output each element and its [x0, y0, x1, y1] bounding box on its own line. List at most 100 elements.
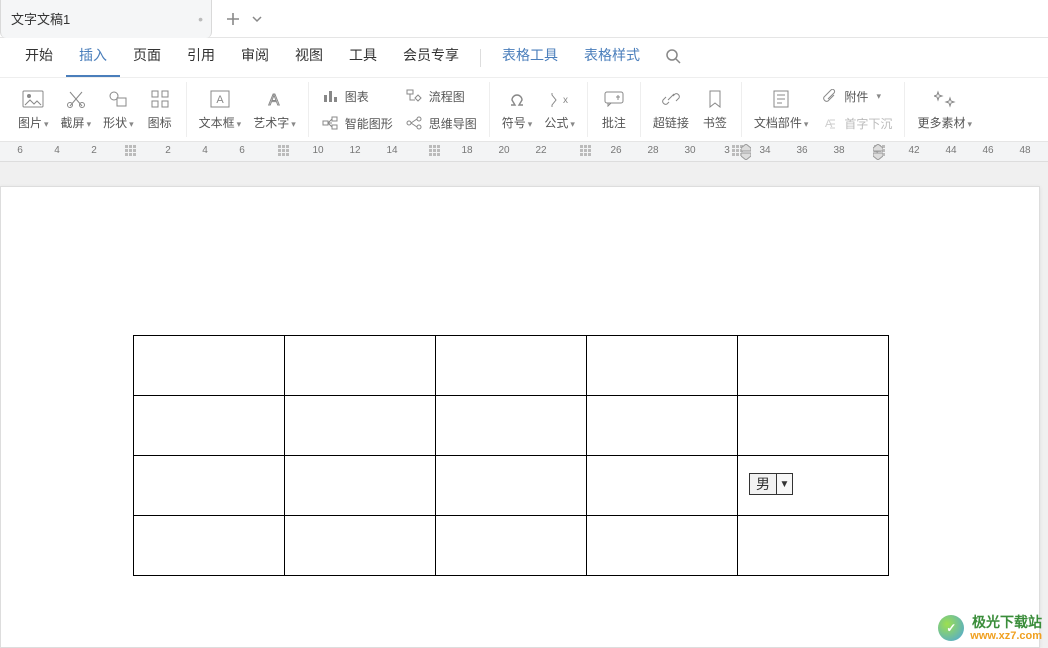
table-cell[interactable]	[285, 336, 436, 396]
page[interactable]: 男 ▼	[0, 186, 1040, 648]
flowchart-label: 流程图	[429, 88, 465, 105]
table-cell[interactable]	[436, 396, 587, 456]
ruler-tick: 48	[1015, 145, 1035, 156]
ruler-tick: 42	[904, 145, 924, 156]
ruler-tick: 18	[457, 145, 477, 156]
chart-icon	[321, 89, 339, 103]
ruler-grid-marker	[429, 145, 441, 157]
table-cell[interactable]	[134, 336, 285, 396]
document-tab[interactable]: 文字文稿1 •	[0, 0, 212, 38]
document-tab-title: 文字文稿1	[11, 9, 70, 28]
ruler-tick: 36	[792, 145, 812, 156]
table-cell[interactable]	[134, 456, 285, 516]
flowchart-icon	[405, 89, 423, 103]
more-material-button[interactable]: 更多素材▾	[911, 82, 978, 137]
symbol-button[interactable]: 符号▾	[496, 82, 539, 137]
watermark: ✓ 极光下载站 www.xz7.com	[938, 615, 1042, 642]
ruler-tick: 38	[829, 145, 849, 156]
mindmap-icon	[405, 116, 423, 130]
document-area[interactable]: 男 ▼ ✓ 极光下载站 www.xz7.com	[0, 162, 1048, 648]
dropcap-label: 首字下沉	[844, 115, 892, 132]
table-cell[interactable]	[134, 516, 285, 576]
formula-button[interactable]: x 公式▾	[538, 82, 581, 137]
scissors-icon	[66, 88, 86, 110]
table-cell[interactable]	[587, 336, 738, 396]
margin-marker[interactable]	[741, 144, 751, 158]
new-tab-button[interactable]	[226, 12, 240, 26]
docpart-icon	[772, 88, 790, 110]
bookmark-icon	[708, 88, 722, 110]
document-table[interactable]	[133, 335, 889, 576]
chart-button[interactable]: 图表	[315, 86, 399, 107]
smartart-icon	[321, 116, 339, 130]
menu-view[interactable]: 视图	[282, 43, 336, 77]
table-cell[interactable]	[436, 456, 587, 516]
picture-icon	[22, 88, 44, 110]
ruler-tick: 44	[941, 145, 961, 156]
ruler-tick: 34	[755, 145, 775, 156]
table-cell[interactable]	[587, 516, 738, 576]
table-cell[interactable]	[285, 456, 436, 516]
flowchart-button[interactable]: 流程图	[399, 86, 483, 107]
insert-shape-label: 形状	[103, 116, 127, 130]
dropdown-arrow-icon[interactable]: ▼	[776, 474, 792, 494]
textbox-icon: A	[210, 88, 230, 110]
more-material-label: 更多素材	[917, 116, 965, 130]
menu-table-tools[interactable]: 表格工具	[489, 43, 571, 77]
menu-insert[interactable]: 插入	[66, 43, 120, 77]
search-button[interactable]	[653, 48, 693, 77]
wordart-button[interactable]: A 艺术字▾	[247, 82, 302, 137]
menu-review[interactable]: 审阅	[228, 43, 282, 77]
watermark-brand: 极光下载站	[972, 615, 1042, 630]
insert-shape-button[interactable]: 形状▾	[97, 82, 140, 137]
gender-dropdown-value: 男	[750, 474, 776, 494]
horizontal-ruler[interactable]: 6422461012141820222628303343638442444648	[0, 142, 1048, 162]
mindmap-button[interactable]: 思维导图	[399, 113, 483, 134]
formula-icon: x	[550, 88, 570, 110]
sparkle-icon	[934, 88, 956, 110]
menu-divider	[480, 49, 481, 67]
bookmark-button[interactable]: 书签	[695, 82, 735, 137]
comment-icon	[604, 88, 624, 110]
dropcap-button[interactable]: A 首字下沉	[814, 113, 898, 134]
table-cell[interactable]	[587, 396, 738, 456]
menu-home[interactable]: 开始	[12, 43, 66, 77]
ruler-tick: 30	[680, 145, 700, 156]
grid-icon	[151, 88, 169, 110]
smartart-label: 智能图形	[345, 115, 393, 132]
menu-tools[interactable]: 工具	[336, 43, 390, 77]
tab-modified-dot: •	[198, 11, 203, 27]
table-cell[interactable]	[738, 396, 889, 456]
insert-picture-button[interactable]: 图片▾	[12, 82, 55, 137]
ruler-tick: 46	[978, 145, 998, 156]
menu-member[interactable]: 会员专享	[390, 43, 472, 77]
menu-table-style[interactable]: 表格样式	[571, 43, 653, 77]
tab-dropdown-button[interactable]	[252, 14, 262, 24]
textbox-button[interactable]: A 文本框▾	[193, 82, 248, 137]
table-cell[interactable]	[738, 516, 889, 576]
comment-button[interactable]: 批注	[594, 82, 634, 137]
gender-dropdown-field[interactable]: 男 ▼	[749, 473, 793, 495]
smartart-button[interactable]: 智能图形	[315, 113, 399, 134]
ruler-grid-marker	[580, 145, 592, 157]
table-cell[interactable]	[587, 456, 738, 516]
screenshot-button[interactable]: 截屏▾	[55, 82, 98, 137]
menu-page[interactable]: 页面	[120, 43, 174, 77]
attachment-label: 附件	[844, 88, 868, 105]
table-cell[interactable]	[134, 396, 285, 456]
table-cell[interactable]	[436, 516, 587, 576]
table-cell[interactable]	[436, 336, 587, 396]
paperclip-icon	[820, 89, 838, 103]
chart-label: 图表	[345, 88, 369, 105]
table-cell[interactable]	[738, 336, 889, 396]
table-cell[interactable]	[285, 396, 436, 456]
table-cell[interactable]	[285, 516, 436, 576]
wordart-label: 艺术字	[253, 116, 289, 130]
docpart-button[interactable]: 文档部件▾	[748, 82, 815, 137]
insert-icon-button[interactable]: 图标	[140, 82, 180, 137]
menu-reference[interactable]: 引用	[174, 43, 228, 77]
formula-label: 公式	[544, 116, 568, 130]
hyperlink-button[interactable]: 超链接	[647, 82, 695, 137]
margin-marker[interactable]	[873, 144, 883, 158]
attachment-button[interactable]: 附件▾	[814, 86, 898, 107]
